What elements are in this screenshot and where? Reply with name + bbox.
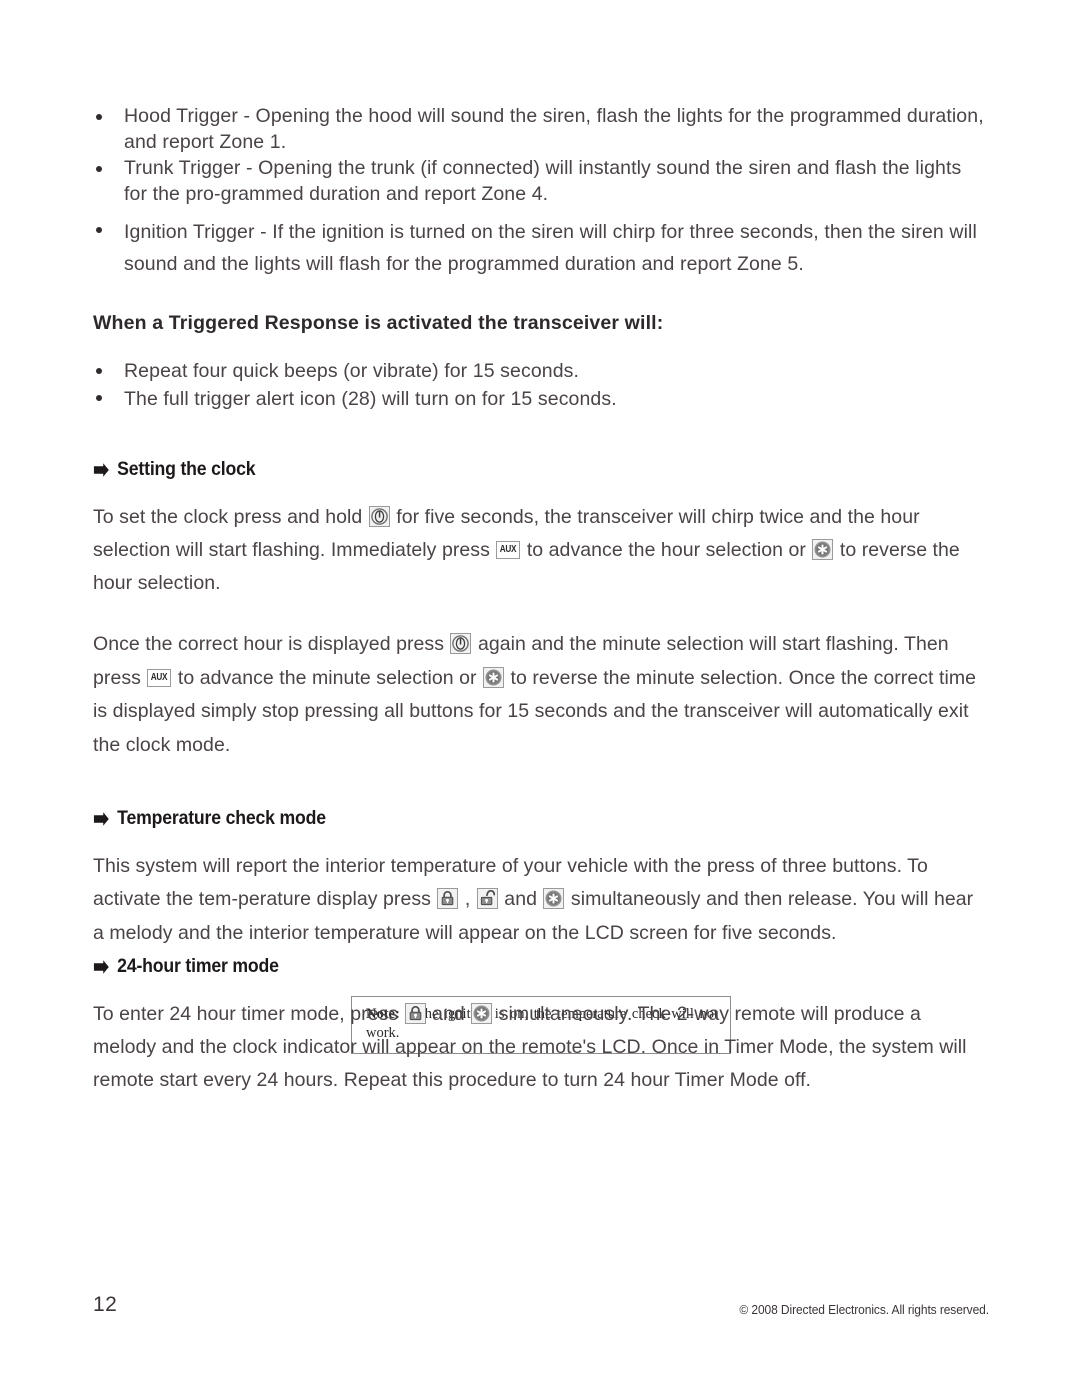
triggered-response-list: Repeat four quick beeps (or vibrate) for… — [93, 358, 989, 411]
list-item-text: Repeat four quick beeps (or vibrate) for… — [124, 360, 580, 383]
list-item-text: Hood Trigger - Opening the hood will sou… — [124, 105, 984, 153]
section-heading-setting-the-clock: Setting the clock — [93, 459, 926, 481]
star-button-icon[interactable] — [812, 538, 834, 560]
paragraph-text: Once the correct hour is displayed press — [93, 633, 444, 656]
setting-clock-paragraph-1: To set the clock press and hold for five… — [93, 501, 989, 600]
setting-clock-paragraph-2: Once the correct hour is displayed press… — [93, 628, 989, 762]
bullet-dot-icon — [96, 368, 102, 375]
lock-button-icon[interactable] — [404, 1003, 426, 1024]
timer-mode-paragraph: To enter 24 hour timer mode, press and s… — [93, 998, 989, 1097]
list-item: The full trigger alert icon (28) will tu… — [93, 386, 989, 412]
arrow-right-icon — [93, 959, 110, 975]
list-item-text: Ignition Trigger - If the ignition is tu… — [124, 220, 977, 275]
star-button-icon[interactable] — [543, 888, 565, 910]
unlock-button-icon[interactable] — [476, 888, 498, 910]
section-heading-temperature-check-mode: Temperature check mode — [93, 808, 926, 830]
aux-button-icon[interactable]: AUX — [496, 540, 521, 559]
list-item: Trunk Trigger - Opening the trunk (if co… — [93, 156, 989, 207]
page-footer: 12 © 2008 Directed Electronics. All righ… — [93, 1293, 989, 1317]
list-item: Hood Trigger - Opening the hood will sou… — [93, 104, 989, 155]
paragraph-text: and — [432, 1003, 465, 1025]
star-button-icon[interactable] — [471, 1003, 493, 1024]
remote-start-icon[interactable] — [368, 505, 390, 527]
section-heading-24-hour-timer-mode: 24-hour timer mode — [93, 956, 926, 978]
paragraph-text: , — [464, 888, 471, 911]
list-item: Ignition Trigger - If the ignition is tu… — [93, 217, 989, 280]
bullet-dot-icon — [96, 226, 102, 233]
temperature-check-paragraph: This system will report the interior tem… — [93, 850, 989, 949]
manual-page: Hood Trigger - Opening the hood will sou… — [0, 0, 1080, 1397]
section-heading-label: Setting the clock — [117, 458, 256, 480]
lock-button-icon[interactable] — [437, 888, 459, 910]
section-heading-label: 24-hour timer mode — [117, 956, 279, 977]
copyright-text: © 2008 Directed Electronics. All rights … — [739, 1303, 989, 1317]
bullet-dot-icon — [96, 166, 102, 173]
list-item-text: Trunk Trigger - Opening the trunk (if co… — [124, 157, 962, 206]
star-button-icon[interactable] — [483, 666, 505, 688]
arrow-right-icon — [93, 811, 110, 827]
paragraph-text: To set the clock press and hold — [93, 505, 363, 528]
bullet-dot-icon — [96, 395, 102, 402]
aux-button-icon[interactable]: AUX — [147, 668, 172, 687]
page-content: Hood Trigger - Opening the hood will sou… — [93, 104, 989, 1054]
section-heading-label: Temperature check mode — [117, 808, 326, 830]
paragraph-text: to advance the hour selection or — [526, 538, 806, 561]
list-item: Repeat four quick beeps (or vibrate) for… — [93, 358, 989, 384]
triggered-response-heading: When a Triggered Response is activated t… — [93, 312, 664, 335]
paragraph-text: to advance the minute selection or — [177, 666, 477, 689]
bullet-dot-icon — [96, 113, 102, 120]
paragraph-text: To enter 24 hour timer mode, press — [93, 1003, 399, 1025]
list-item-text: The full trigger alert icon (28) will tu… — [124, 387, 617, 410]
paragraph-text: and — [504, 888, 537, 911]
remote-start-icon[interactable] — [450, 633, 472, 655]
timer-mode-section: 24-hour timer mode To enter 24 hour time… — [93, 956, 989, 1097]
trigger-list: Hood Trigger - Opening the hood will sou… — [93, 104, 989, 280]
page-number: 12 — [93, 1293, 118, 1316]
arrow-right-icon — [93, 462, 110, 478]
